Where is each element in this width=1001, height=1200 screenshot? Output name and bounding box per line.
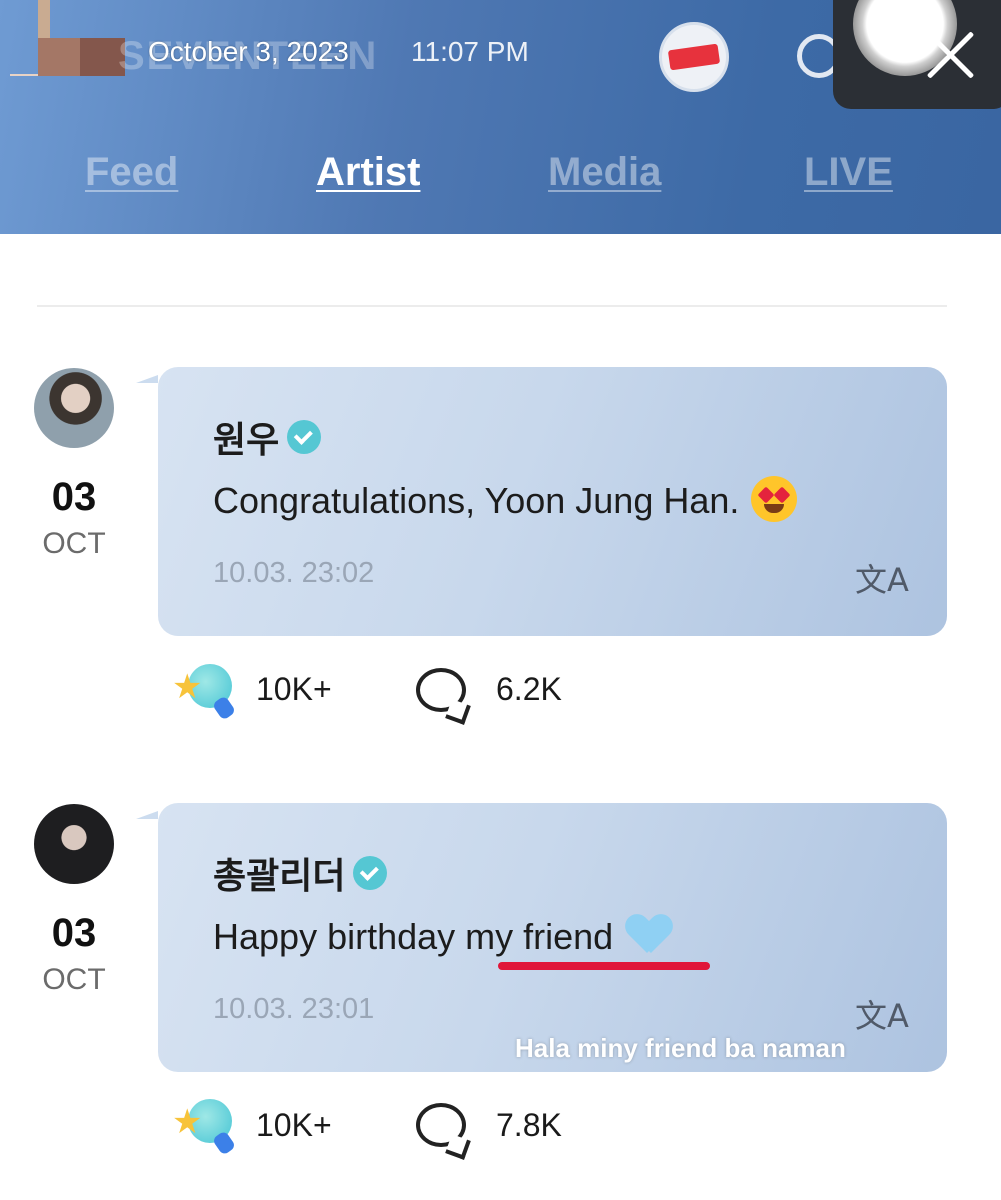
author-name: 원우: [213, 419, 280, 460]
translate-icon[interactable]: 文A: [855, 555, 909, 601]
comment-icon[interactable]: [416, 668, 466, 712]
tab-media[interactable]: Media: [548, 150, 661, 195]
reaction-icon[interactable]: ★: [172, 664, 238, 721]
tab-feed[interactable]: Feed: [85, 150, 178, 195]
comment-icon[interactable]: [416, 1103, 466, 1147]
story-time: 11:07 PM: [411, 36, 529, 67]
reaction-icon[interactable]: ★: [172, 1099, 238, 1156]
post-message: Happy birthday my friend: [213, 916, 671, 961]
tab-artist[interactable]: Artist: [316, 150, 420, 195]
post-day: 03: [51, 475, 97, 519]
story-caption: Hala miny friend ba naman: [515, 1033, 846, 1063]
red-underline-annotation: [498, 962, 710, 970]
comment-count: 6.2K: [496, 671, 562, 707]
post-author: 원우: [213, 411, 322, 463]
post-month: OCT: [42, 963, 106, 996]
tab-live[interactable]: LIVE: [804, 150, 893, 195]
post-timestamp: 10.03. 23:02: [213, 557, 375, 589]
translate-icon[interactable]: 文A: [855, 991, 909, 1037]
post-message: Congratulations, Yoon Jung Han.: [213, 476, 798, 526]
story-controls-panel: [833, 0, 1001, 109]
story-date: October 3, 2023: [148, 36, 349, 67]
verified-badge-icon: [353, 856, 388, 890]
feed-divider: [37, 305, 947, 307]
author-name: 총괄리더: [213, 855, 346, 896]
message-text: Congratulations, Yoon Jung Han.: [213, 480, 740, 521]
message-text: Happy birthday: [213, 916, 466, 957]
seventeen-logo-icon[interactable]: [659, 22, 729, 92]
bubble-tail: [136, 375, 158, 383]
reaction-count: 10K+: [256, 1107, 332, 1143]
app-header: SEVENTEEN October 3, 2023 11:07 PM Feed …: [0, 0, 1001, 234]
post-bubble[interactable]: 원우 Congratulations, Yoon Jung Han. 10.03…: [158, 367, 947, 636]
post-month: OCT: [42, 527, 106, 560]
post-day: 03: [51, 911, 97, 955]
bubble-tail: [136, 811, 158, 819]
avatar[interactable]: [34, 804, 114, 884]
verified-badge-icon: [287, 420, 322, 454]
reaction-count: 10K+: [256, 671, 332, 707]
post-bubble[interactable]: 총괄리더 Happy birthday my friend 10.03. 23:…: [158, 803, 947, 1072]
story-thumbnail: [10, 0, 125, 76]
light-blue-heart-icon: [627, 913, 671, 957]
comment-count: 7.8K: [496, 1107, 562, 1143]
message-highlight-text: my friend: [465, 916, 614, 957]
post-author: 총괄리더: [213, 847, 388, 899]
heart-eyes-emoji-icon: [751, 476, 798, 523]
avatar[interactable]: [34, 368, 114, 448]
post-timestamp: 10.03. 23:01: [213, 993, 375, 1025]
close-icon[interactable]: [923, 28, 977, 82]
